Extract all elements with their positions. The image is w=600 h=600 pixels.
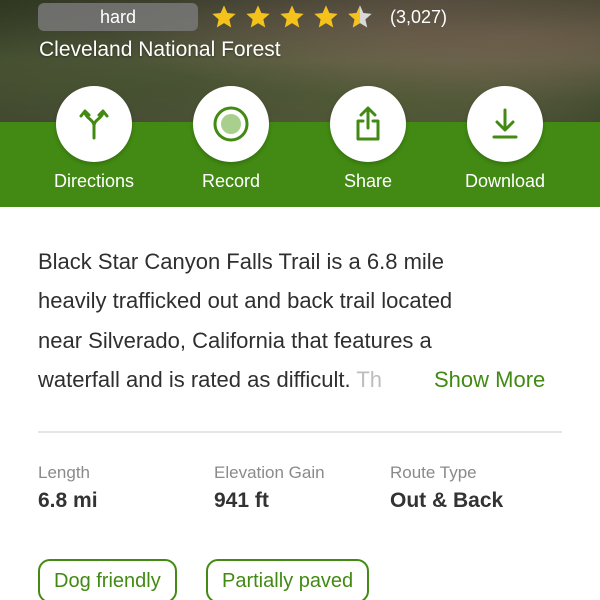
directions-icon bbox=[79, 109, 109, 140]
share-circle bbox=[330, 86, 406, 162]
directions-circle bbox=[56, 86, 132, 162]
stat-value: Out & Back bbox=[390, 489, 504, 512]
stat-label: Length bbox=[38, 463, 90, 482]
tag-chip-dog-friendly[interactable]: Dog friendly bbox=[38, 559, 177, 600]
download-label: Download bbox=[464, 171, 546, 191]
rating-count: (3,027) bbox=[390, 7, 448, 27]
directions-label: Directions bbox=[53, 171, 135, 191]
show-more-fade bbox=[390, 360, 434, 399]
share-label: Share bbox=[343, 171, 393, 191]
description-line: heavily trafficked out and back trail lo… bbox=[38, 288, 453, 314]
download-circle bbox=[467, 86, 543, 162]
description-truncated-text: Th bbox=[356, 366, 383, 392]
share-icon bbox=[356, 106, 380, 141]
difficulty-badge: hard bbox=[38, 3, 198, 31]
stat-label: Elevation Gain bbox=[214, 463, 325, 482]
description-line: near Silverado, California that features… bbox=[38, 327, 432, 353]
record-circle bbox=[193, 86, 269, 162]
download-button[interactable]: Download bbox=[435, 86, 575, 198]
show-more-link[interactable]: Show More bbox=[434, 360, 546, 399]
share-button[interactable]: Share bbox=[298, 86, 438, 198]
stat-route-type: Route Type Out & Back bbox=[390, 462, 503, 516]
star-icon bbox=[280, 5, 304, 28]
stat-value: 941 ft bbox=[214, 489, 269, 512]
half-star-icon bbox=[348, 5, 372, 28]
star-icon bbox=[212, 5, 236, 28]
stat-elevation-gain: Elevation Gain 941 ft bbox=[214, 462, 325, 516]
section-divider bbox=[38, 431, 562, 433]
stat-value: 6.8 mi bbox=[38, 489, 98, 512]
description-line-text: waterfall and is rated as difficult. bbox=[38, 366, 357, 392]
star-icon bbox=[246, 5, 270, 28]
record-icon bbox=[213, 106, 249, 142]
directions-button[interactable]: Directions bbox=[24, 86, 164, 198]
stat-length: Length 6.8 mi bbox=[38, 462, 98, 516]
tag-chip-partially-paved[interactable]: Partially paved bbox=[206, 559, 370, 600]
park-name-link[interactable]: Cleveland National Forest bbox=[39, 36, 281, 64]
description-line: Black Star Canyon Falls Trail is a 6.8 m… bbox=[38, 249, 444, 274]
star-rating bbox=[210, 3, 374, 31]
stat-label: Route Type bbox=[390, 463, 477, 482]
record-label: Record bbox=[201, 171, 261, 191]
record-button[interactable]: Record bbox=[161, 86, 301, 198]
download-icon bbox=[492, 108, 518, 139]
star-icon bbox=[314, 5, 338, 28]
